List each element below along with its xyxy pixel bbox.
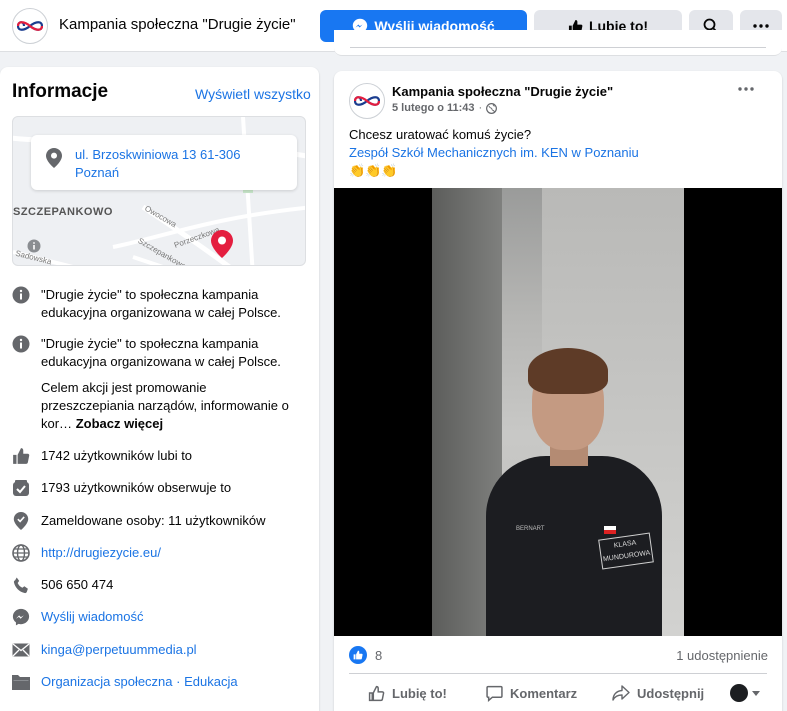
see-more-link[interactable]: Zobacz więcej bbox=[76, 416, 163, 431]
info-icon bbox=[12, 335, 30, 353]
category-link[interactable]: Edukacja bbox=[184, 674, 237, 689]
post-text: Chcesz uratować komuś życie? Zespół Szkó… bbox=[349, 126, 639, 180]
page-title: Kampania społeczna "Drugie życie" bbox=[59, 16, 296, 33]
more-dots-icon bbox=[753, 24, 769, 28]
checkin-icon bbox=[12, 512, 30, 530]
phone-number: 506 650 474 bbox=[41, 577, 114, 592]
address-text[interactable]: ul. Brzoskwiniowa 13 61-306 Poznań bbox=[75, 146, 240, 182]
reaction-profile-selector[interactable] bbox=[730, 679, 767, 707]
address-box[interactable]: ul. Brzoskwiniowa 13 61-306 Poznań bbox=[31, 135, 297, 190]
phone-row: 506 650 474 bbox=[12, 576, 312, 594]
public-globe-icon bbox=[486, 102, 498, 114]
map-info-icon[interactable] bbox=[27, 239, 41, 253]
category-link[interactable]: Organizacja społeczna bbox=[41, 674, 173, 689]
messenger-icon bbox=[12, 608, 30, 626]
post-text-line: Chcesz uratować komuś życie? bbox=[349, 127, 532, 142]
category-row: Organizacja społeczna · Edukacja bbox=[12, 673, 312, 691]
thumbs-up-outline-icon bbox=[368, 685, 385, 701]
email-link[interactable]: kinga@perpetuummedia.pl bbox=[41, 641, 197, 659]
about-text: "Drugie życie" to społeczna kampania edu… bbox=[41, 336, 281, 369]
like-post-label: Lubię to! bbox=[392, 685, 447, 701]
folder-icon bbox=[12, 673, 30, 691]
divider bbox=[349, 673, 767, 674]
address-line-1: ul. Brzoskwiniowa 13 61-306 bbox=[75, 147, 241, 162]
follow-check-icon bbox=[12, 479, 30, 497]
info-icon bbox=[12, 286, 30, 304]
like-reaction-icon bbox=[349, 646, 367, 664]
post-date[interactable]: 5 lutego o 11:43 bbox=[392, 102, 475, 114]
email-row: kinga@perpetuummedia.pl bbox=[12, 641, 312, 659]
share-arrow-icon bbox=[612, 685, 630, 701]
infinity-logo-icon bbox=[354, 96, 380, 106]
share-button[interactable]: Udostępnij bbox=[612, 679, 704, 707]
website-row: http://drugiezycie.eu/ bbox=[12, 544, 312, 562]
checkins-row: Zameldowane osoby: 11 użytkowników bbox=[12, 512, 312, 530]
person-hair bbox=[528, 348, 608, 394]
caret-down-icon bbox=[752, 690, 760, 696]
shares-count[interactable]: 1 udostępnienie bbox=[676, 648, 768, 663]
like-post-button[interactable]: Lubię to! bbox=[368, 679, 447, 707]
divider bbox=[350, 47, 766, 48]
category-separator: · bbox=[172, 674, 185, 689]
previous-post-edge bbox=[334, 30, 782, 56]
info-title: Informacje bbox=[12, 81, 109, 102]
post-author-avatar[interactable] bbox=[349, 83, 385, 119]
comment-icon bbox=[486, 685, 503, 702]
post-author-name[interactable]: Kampania społeczna "Drugie życie" bbox=[392, 84, 613, 99]
comment-label: Komentarz bbox=[510, 685, 578, 701]
share-label: Udostępnij bbox=[637, 685, 705, 701]
post-card: Kampania społeczna "Drugie życie" 5 lute… bbox=[334, 71, 782, 711]
info-card: Informacje Wyświetl wszystko SZCZEPANKOW… bbox=[0, 67, 319, 711]
post-meta: 5 lutego o 11:43 · bbox=[392, 102, 498, 114]
likes-count: 1742 użytkowników lubi to bbox=[41, 448, 193, 463]
about-row: "Drugie życie" to społeczna kampania edu… bbox=[12, 335, 312, 371]
map-marker-icon bbox=[211, 230, 233, 258]
location-pin-icon bbox=[46, 148, 62, 168]
reaction-count: 8 bbox=[375, 647, 383, 663]
about-row: "Drugie życie" to społeczna kampania edu… bbox=[12, 286, 312, 322]
followers-row: 1793 użytkowników obserwuje to bbox=[12, 479, 312, 497]
view-all-link[interactable]: Wyświetl wszystko bbox=[195, 86, 311, 102]
flag-patch bbox=[604, 526, 616, 534]
reactions-summary[interactable]: 8 bbox=[349, 646, 382, 664]
comment-button[interactable]: Komentarz bbox=[486, 679, 577, 707]
thumbs-up-icon bbox=[12, 447, 30, 465]
about-description: Celem akcji jest promowanie przeszczepia… bbox=[41, 379, 303, 433]
map-district-label: SZCZEPANKOWO bbox=[13, 206, 113, 218]
followers-count: 1793 użytkowników obserwuje to bbox=[41, 480, 232, 495]
avatar bbox=[730, 684, 748, 702]
website-link[interactable]: http://drugiezycie.eu/ bbox=[41, 544, 161, 562]
infinity-logo-icon bbox=[17, 21, 43, 31]
tagged-school-link[interactable]: Zespół Szkół Mechanicznych im. KEN w Poz… bbox=[349, 144, 639, 162]
post-actions: Lubię to! Komentarz Udostępnij bbox=[334, 679, 782, 711]
map[interactable]: SZCZEPANKOWO Owocowa Porzeczkowa Szczepa… bbox=[12, 116, 306, 266]
address-line-2: Poznań bbox=[75, 165, 120, 180]
phone-icon bbox=[12, 576, 30, 594]
video-frame: BERNART KLASA MUNDUROWA bbox=[432, 188, 684, 636]
video-player[interactable]: BERNART KLASA MUNDUROWA bbox=[334, 188, 782, 636]
messenger-row: Wyślij wiadomość bbox=[12, 608, 312, 626]
send-message-link[interactable]: Wyślij wiadomość bbox=[41, 608, 143, 626]
about-text: "Drugie życie" to społeczna kampania edu… bbox=[41, 287, 281, 320]
envelope-icon bbox=[12, 641, 30, 659]
globe-icon bbox=[12, 544, 30, 562]
uniform-name-tag: BERNART bbox=[516, 526, 545, 532]
checkins-count: Zameldowane osoby: 11 użytkowników bbox=[41, 513, 266, 528]
likes-row: 1742 użytkowników lubi to bbox=[12, 447, 312, 465]
page-avatar[interactable] bbox=[12, 8, 48, 44]
post-options-icon[interactable] bbox=[738, 87, 754, 91]
clapping-emoji: 👏👏👏 bbox=[349, 163, 398, 178]
